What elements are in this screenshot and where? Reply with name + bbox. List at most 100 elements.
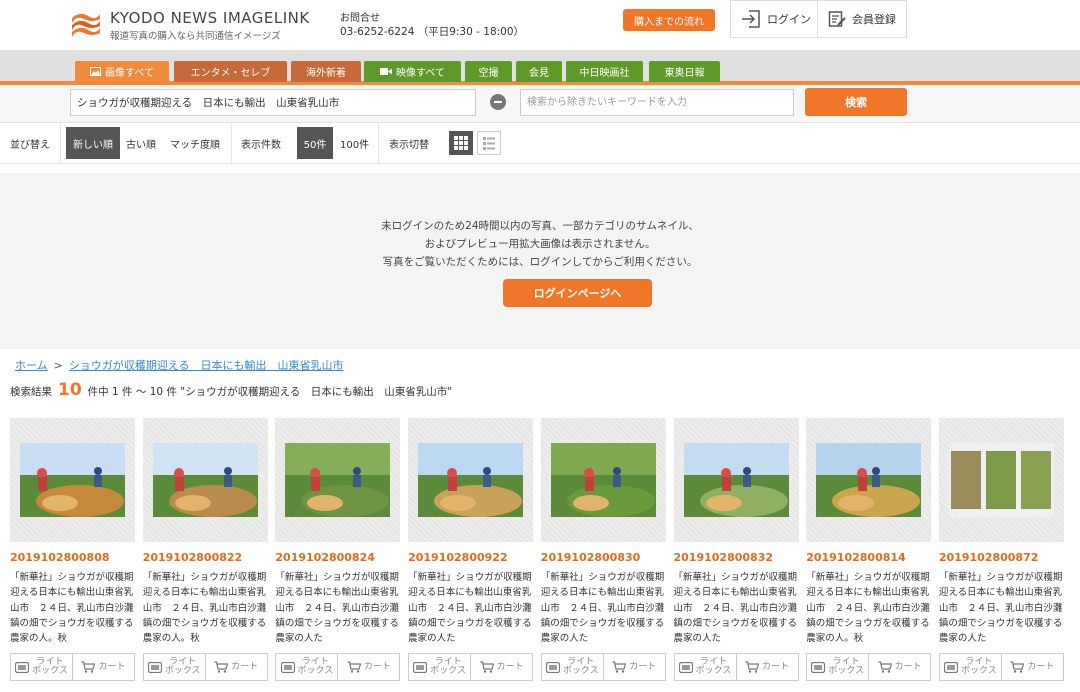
category-tab-3[interactable]: 映像すべて [364, 61, 461, 82]
thumbnail-frame[interactable] [806, 418, 932, 542]
sort-newest[interactable]: 新しい順 [66, 127, 120, 159]
thumbnail-image[interactable] [152, 443, 258, 517]
photo-caption: 「新華社」ショウガが収穫期迎える日本にも輸出山東省乳山市 ２４日、乳山市白沙灘鎮… [806, 572, 930, 645]
category-tab-label: 海外新着 [306, 68, 346, 79]
result-suffix: 件中 1 件 ～ 10 件 "ショウガが収穫期迎える 日本にも輸出 山東省乳山市… [87, 386, 453, 398]
thumbnail-frame[interactable] [938, 418, 1064, 542]
image-icon [90, 67, 102, 76]
notice-line: およびプレビュー用拡大画像は表示されません。 [424, 238, 656, 250]
lightbox-button[interactable]: ライト ボックス [807, 654, 868, 680]
photo-id[interactable]: 2019102800872 [939, 551, 1039, 564]
breadcrumb-current[interactable]: ショウガが収穫期迎える 日本にも輸出 山東省乳山市 [69, 359, 344, 372]
sort-relevance[interactable]: マッチ度順 [170, 127, 220, 159]
lightbox-label: ライト ボックス [32, 657, 68, 676]
thumbnail-frame[interactable] [673, 418, 799, 542]
purchase-flow-button[interactable]: 購入までの流れ [623, 9, 715, 31]
sort-oldest[interactable]: 古い順 [126, 127, 156, 159]
register-button[interactable]: 会員登録 [817, 0, 907, 38]
contact-label: お問合せ [340, 13, 380, 24]
category-tab-2[interactable]: 海外新着 [291, 61, 361, 82]
lightbox-icon [811, 661, 826, 673]
cart-button[interactable]: カート [337, 654, 399, 680]
lightbox-icon [678, 661, 693, 673]
result-count: 10 [58, 380, 82, 400]
lightbox-button[interactable]: ライト ボックス [409, 654, 470, 680]
category-tab-0[interactable]: 画像すべて [75, 61, 169, 82]
thumbnail-image[interactable] [418, 443, 524, 517]
photo-id[interactable]: 2019102800832 [674, 551, 774, 564]
result-prefix: 検索結果 [10, 386, 52, 398]
kyodo-logo-icon[interactable] [70, 8, 102, 40]
photo-id[interactable]: 2019102800824 [275, 551, 375, 564]
thumbnail-image[interactable] [816, 443, 922, 517]
photo-id[interactable]: 2019102800822 [143, 551, 243, 564]
thumbnail-image[interactable] [285, 443, 391, 517]
minus-circle-icon [490, 94, 506, 110]
card-actions: ライト ボックス カート [408, 653, 534, 681]
lightbox-button[interactable]: ライト ボックス [144, 654, 205, 680]
thumbnail-frame[interactable] [275, 418, 401, 542]
thumbnail-frame[interactable] [142, 418, 268, 542]
login-notice: 未ログインのため24時間以内の写真、一部カテゴリのサムネイル、 およびプレビュー… [0, 173, 1080, 349]
category-tab-5[interactable]: 会見 [516, 61, 562, 82]
result-card: 2019102800808 「新華社」ショウガが収穫期迎える日本にも輸出山東省乳山… [10, 418, 135, 690]
category-tab-4[interactable]: 空撮 [465, 61, 512, 82]
card-actions: ライト ボックス カート [275, 653, 401, 681]
thumbnail-image[interactable] [550, 443, 656, 517]
thumbnail-image[interactable] [948, 443, 1054, 517]
photo-id[interactable]: 2019102800922 [408, 551, 508, 564]
category-tab-label: 東奥日報 [664, 68, 705, 79]
category-tab-6[interactable]: 中日映画社 [566, 61, 643, 82]
cart-button[interactable]: カート [72, 654, 134, 680]
photo-id[interactable]: 2019102800814 [806, 551, 906, 564]
lightbox-icon [944, 661, 959, 673]
lightbox-label: ライト ボックス [297, 657, 334, 676]
cart-button[interactable]: カート [204, 654, 267, 680]
thumbnail-frame[interactable] [540, 418, 666, 542]
cart-icon [1010, 661, 1025, 673]
thumbnail-frame[interactable] [408, 418, 534, 542]
cart-label: カート [894, 661, 922, 672]
card-actions: ライト ボックス カート [10, 653, 135, 681]
cart-button[interactable]: カート [735, 654, 798, 680]
login-button[interactable]: ログイン [730, 0, 818, 38]
photo-caption: 「新華社」ショウガが収穫期迎える日本にも輸出山東省乳山市 ２４日、乳山市白沙灘鎮… [142, 572, 267, 645]
thumbnail-image[interactable] [20, 443, 125, 517]
list-view-button[interactable] [477, 131, 501, 155]
cart-button[interactable]: カート [868, 654, 930, 680]
category-tab-7[interactable]: 東奥日報 [649, 61, 720, 82]
lightbox-button[interactable]: ライト ボックス [675, 654, 736, 680]
photo-caption: 「新華社」ショウガが収穫期迎える日本にも輸出山東省乳山市 ２４日、乳山市白沙灘鎮… [540, 572, 665, 645]
breadcrumb-home[interactable]: ホーム [15, 359, 48, 372]
grid-view-button[interactable] [449, 131, 473, 155]
photo-caption: 「新華社」ショウガが収穫期迎える日本にも輸出山東省乳山市 ２４日、乳山市白沙灘鎮… [408, 572, 532, 645]
cart-button[interactable]: カート [602, 654, 665, 680]
search-button[interactable]: 検索 [805, 88, 907, 116]
result-card: 2019102800832 「新華社」ショウガが収穫期迎える日本にも輸出山東省乳山… [673, 418, 799, 690]
cart-icon [480, 661, 494, 673]
thumbnail-frame[interactable] [10, 418, 135, 542]
lightbox-button[interactable]: ライト ボックス [542, 654, 603, 680]
cart-label: カート [761, 661, 789, 672]
lightbox-button[interactable]: ライト ボックス [276, 654, 337, 680]
logo-title[interactable]: KYODO NEWS IMAGELINK [110, 9, 310, 27]
login-label: ログイン [767, 13, 811, 26]
cart-icon [745, 661, 759, 673]
count-50[interactable]: 50件 [297, 127, 333, 159]
cart-button[interactable]: カート [470, 654, 532, 680]
thumbnail-image[interactable] [683, 443, 789, 517]
search-input[interactable] [70, 89, 476, 116]
cart-button[interactable]: カート [1000, 654, 1063, 680]
category-tab-1[interactable]: エンタメ・セレブ [174, 61, 287, 82]
exclude-keyword-input[interactable] [520, 89, 794, 116]
photo-id[interactable]: 2019102800830 [541, 551, 641, 564]
lightbox-button[interactable]: ライト ボックス [940, 654, 1001, 680]
grid-view-icon [454, 136, 468, 150]
site-header: KYODO NEWS IMAGELINK 報道写真の購入なら共同通信イメージズ … [0, 0, 1080, 50]
list-view-icon [483, 137, 495, 150]
count-100[interactable]: 100件 [340, 127, 369, 159]
login-page-button[interactable]: ログインページへ [503, 279, 652, 307]
cart-label: カート [231, 661, 259, 672]
photo-id[interactable]: 2019102800808 [10, 551, 110, 564]
lightbox-button[interactable]: ライト ボックス [11, 654, 72, 680]
